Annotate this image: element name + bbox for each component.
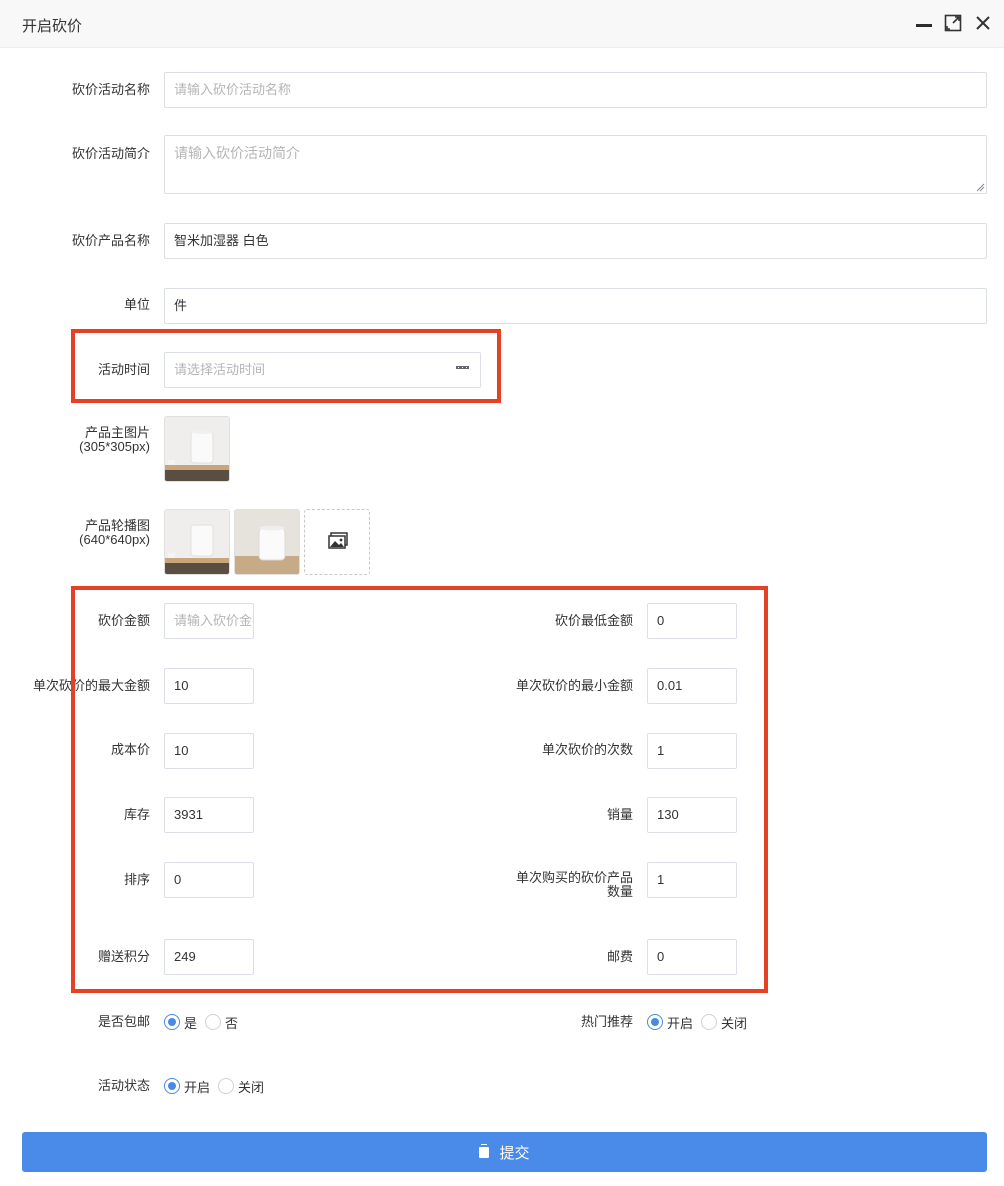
postage-input[interactable]: 0 [647, 939, 737, 975]
submit-label: 提交 [499, 1144, 530, 1162]
activity-time-label: 活动时间 [97, 362, 150, 377]
highlight-box-pricing [71, 586, 768, 993]
free-shipping-label: 是否包邮 [97, 1014, 150, 1029]
unit-input[interactable]: 件 [164, 288, 987, 324]
carousel-image-2[interactable] [234, 509, 300, 575]
sales-input[interactable]: 130 [647, 797, 737, 833]
cost-price-label: 成本价 [110, 742, 150, 757]
hot-recommend-radio-group: 开启 关闭 [647, 1012, 755, 1032]
minimize-icon[interactable] [914, 14, 934, 34]
status-radio-group: 开启 关闭 [164, 1076, 272, 1096]
stock-label: 库存 [123, 807, 150, 822]
main-image-label: 产品主图片 (305*305px) [0, 426, 150, 454]
status-off-label: 关闭 [238, 1079, 265, 1095]
dots-icon[interactable] [456, 365, 469, 370]
close-icon[interactable] [974, 14, 994, 34]
postage-label: 邮费 [606, 949, 633, 964]
product-name-input[interactable]: 智米加湿器 白色 [164, 223, 987, 259]
buy-qty-label-line2: 数量 [606, 884, 633, 899]
main-image-thumbnail[interactable] [164, 416, 230, 482]
points-label: 赠送积分 [97, 949, 150, 964]
main-image-label-text: 产品主图片 [84, 425, 150, 440]
unit-label: 单位 [123, 297, 150, 312]
window-title: 开启砍价 [22, 18, 83, 35]
cost-price-input[interactable]: 10 [164, 733, 254, 769]
activity-intro-placeholder: 请输入砍价活动简介 [174, 145, 300, 161]
resize-grip-icon[interactable] [976, 183, 985, 192]
submit-button[interactable]: 提交 [22, 1132, 987, 1172]
min-per-cut-label: 单次砍价的最小金额 [515, 678, 633, 693]
hot-recommend-off-label: 关闭 [721, 1015, 748, 1031]
free-shipping-yes-label: 是 [184, 1015, 198, 1031]
bargain-amount-label: 砍价金额 [97, 613, 150, 628]
hot-recommend-label: 热门推荐 [580, 1014, 633, 1029]
min-per-cut-input[interactable]: 0.01 [647, 668, 737, 704]
bargain-amount-input[interactable]: 请输入砍价金额 [164, 603, 254, 639]
main-image-size: (305*305px) [79, 439, 150, 454]
activity-time-placeholder: 请选择活动时间 [174, 362, 266, 377]
free-shipping-no-label: 否 [225, 1015, 239, 1031]
max-per-cut-input[interactable]: 10 [164, 668, 254, 704]
image-upload-icon [328, 532, 348, 549]
lock-icon [479, 1143, 490, 1158]
hot-recommend-on-radio[interactable]: 开启 [647, 1013, 693, 1032]
carousel-size: (640*640px) [79, 532, 150, 547]
stock-input[interactable]: 3931 [164, 797, 254, 833]
product-name-label: 砍价产品名称 [71, 233, 150, 248]
free-shipping-yes-radio[interactable]: 是 [164, 1013, 197, 1032]
buy-qty-label: 单次购买的砍价产品 数量 [483, 871, 633, 899]
sales-label: 销量 [606, 807, 633, 822]
buy-qty-label-line1: 单次购买的砍价产品 [515, 870, 633, 885]
maximize-icon[interactable] [944, 14, 964, 34]
bargain-min-amount-input[interactable]: 0 [647, 603, 737, 639]
cut-times-label: 单次砍价的次数 [541, 742, 633, 757]
activity-name-label: 砍价活动名称 [71, 82, 150, 97]
window-titlebar: 开启砍价 [0, 0, 1004, 48]
status-on-label: 开启 [184, 1079, 211, 1095]
activity-name-input[interactable]: 请输入砍价活动名称 [164, 72, 987, 108]
points-input[interactable]: 249 [164, 939, 254, 975]
max-per-cut-label: 单次砍价的最大金额 [32, 678, 150, 693]
free-shipping-no-radio[interactable]: 否 [205, 1013, 238, 1032]
bargain-min-amount-label: 砍价最低金额 [554, 613, 633, 628]
cut-times-input[interactable]: 1 [647, 733, 737, 769]
status-label: 活动状态 [97, 1078, 150, 1093]
sort-label: 排序 [123, 872, 150, 887]
hot-recommend-on-label: 开启 [667, 1015, 694, 1031]
status-on-radio[interactable]: 开启 [164, 1077, 210, 1096]
sort-input[interactable]: 0 [164, 862, 254, 898]
activity-time-picker[interactable]: 请选择活动时间 [164, 352, 481, 388]
activity-intro-label: 砍价活动简介 [71, 146, 150, 161]
carousel-label-text: 产品轮播图 [84, 518, 150, 533]
status-off-radio[interactable]: 关闭 [218, 1077, 264, 1096]
carousel-label: 产品轮播图 (640*640px) [0, 519, 150, 547]
buy-qty-input[interactable]: 1 [647, 862, 737, 898]
free-shipping-radio-group: 是 否 [164, 1012, 246, 1032]
carousel-image-1[interactable] [164, 509, 230, 575]
hot-recommend-off-radio[interactable]: 关闭 [701, 1013, 747, 1032]
upload-image-button[interactable] [304, 509, 370, 575]
activity-intro-textarea[interactable]: 请输入砍价活动简介 [164, 135, 987, 194]
